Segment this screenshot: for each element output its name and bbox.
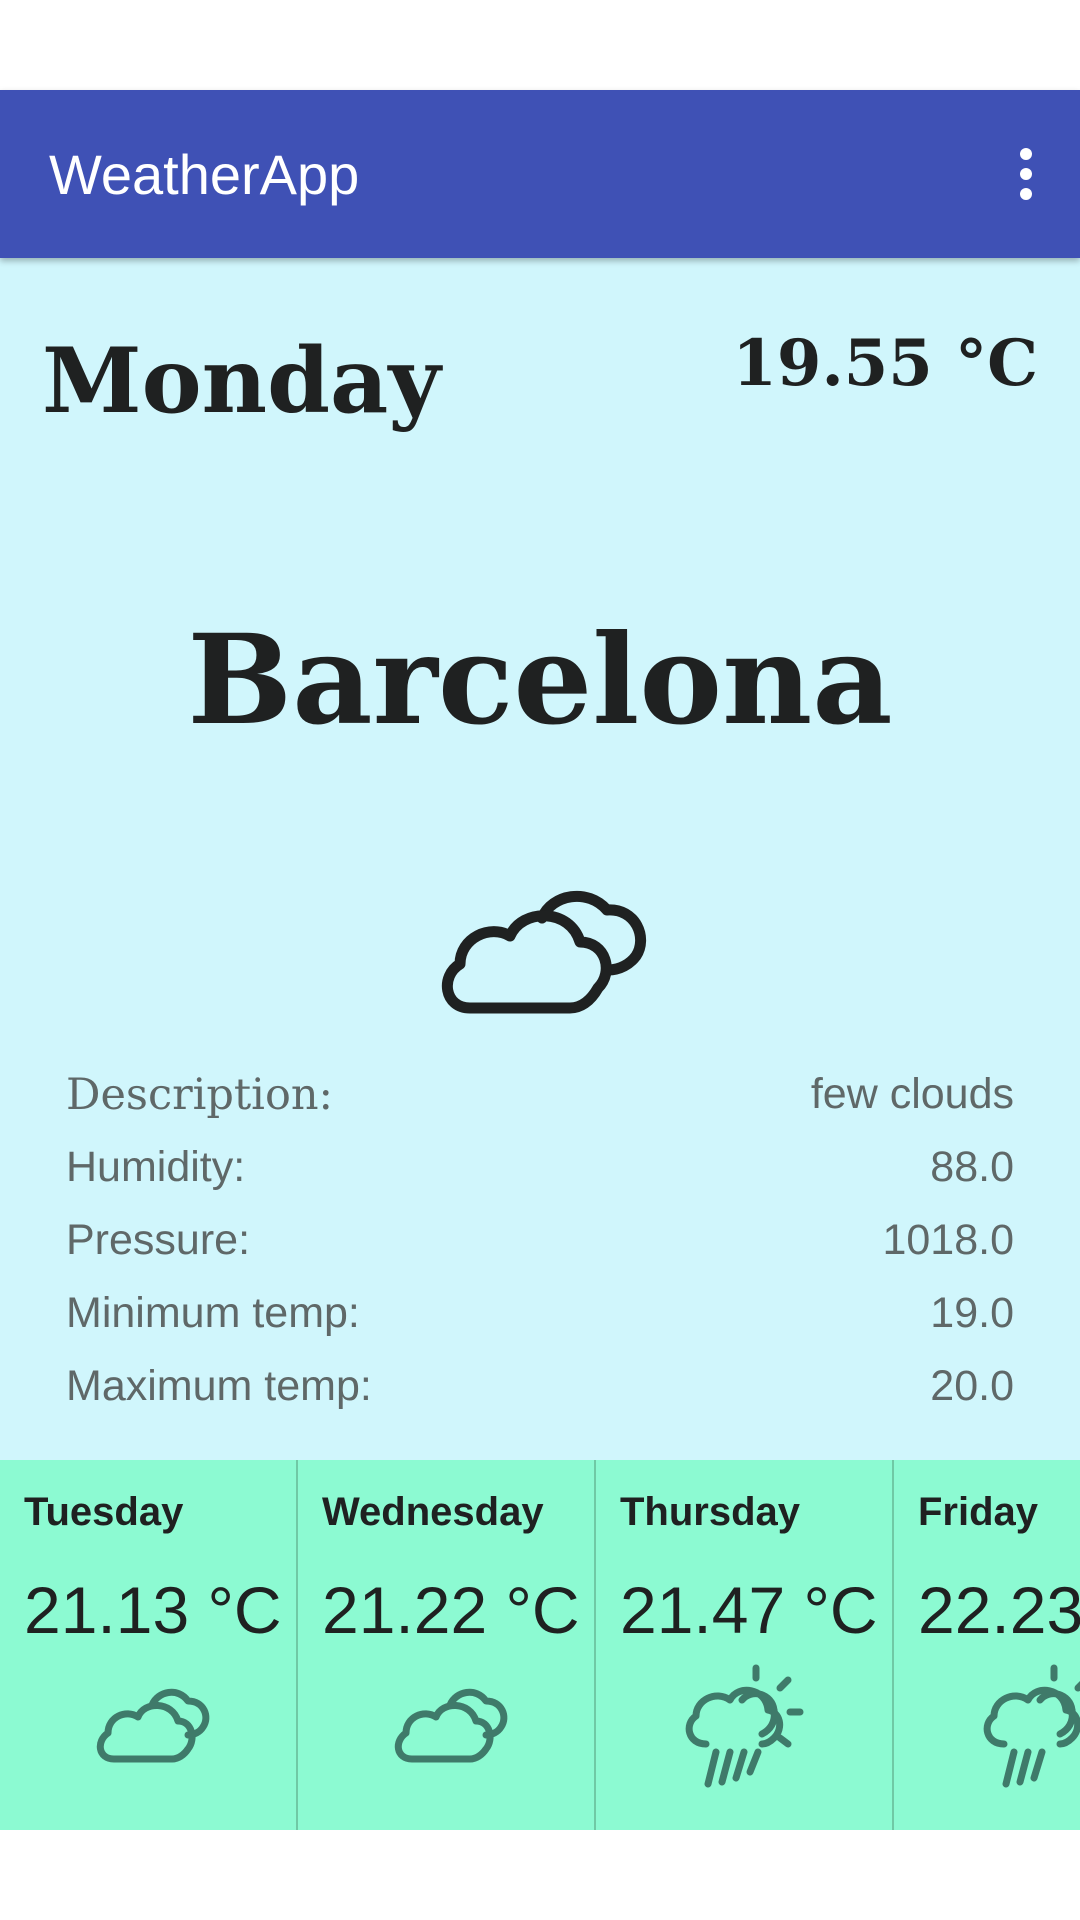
forecast-temp: 22.23	[918, 1573, 1080, 1647]
detail-label: Humidity:	[66, 1143, 246, 1191]
sun-rain-icon	[983, 1664, 1080, 1788]
detail-value: 19.0	[930, 1289, 1014, 1337]
detail-row-max-temp: Maximum temp: 20.0	[66, 1350, 1014, 1423]
forecast-day: Friday	[918, 1490, 1039, 1534]
detail-label: Minimum temp:	[66, 1289, 360, 1337]
detail-value: 88.0	[930, 1143, 1014, 1191]
forecast-day: Wednesday	[322, 1490, 544, 1534]
forecast-temp: 21.22 °C	[322, 1573, 580, 1647]
detail-row-min-temp: Minimum temp: 19.0	[66, 1277, 1014, 1350]
detail-value: 1018.0	[882, 1216, 1014, 1264]
cloud-icon	[96, 1688, 210, 1763]
detail-row-humidity: Humidity: 88.0	[66, 1131, 1014, 1204]
current-temperature: 19.55 °C	[732, 326, 1038, 401]
weather-details: Description: few clouds Humidity: 88.0 P…	[66, 1058, 1014, 1423]
detail-label: Pressure:	[66, 1216, 251, 1264]
forecast-temp: 21.47 °C	[620, 1573, 878, 1647]
status-bar	[0, 0, 1080, 90]
more-vert-icon	[1020, 148, 1032, 200]
detail-row-description: Description: few clouds	[66, 1058, 1014, 1131]
forecast-card-thursday[interactable]: Thursday 21.47 °C	[596, 1460, 894, 1830]
forecast-day: Thursday	[620, 1490, 801, 1534]
cloud-icon	[394, 1688, 508, 1763]
city-name: Barcelona	[187, 608, 893, 753]
forecast-list[interactable]: Tuesday 21.13 °C Wednesday 21.22 °C Thur…	[0, 1460, 1080, 1830]
detail-row-pressure: Pressure: 1018.0	[66, 1204, 1014, 1277]
current-weather-panel: Monday 19.55 °C Barcelona Description: f…	[0, 258, 1080, 1460]
detail-value: few clouds	[810, 1070, 1014, 1118]
current-day: Monday	[42, 328, 441, 434]
sun-rain-icon	[685, 1664, 804, 1788]
forecast-day: Tuesday	[24, 1490, 184, 1534]
app-title: WeatherApp	[49, 143, 360, 206]
forecast-card-friday[interactable]: Friday 22.23	[894, 1460, 1080, 1830]
detail-label: Maximum temp:	[66, 1362, 372, 1410]
cloud-icon	[441, 890, 647, 1014]
forecast-card-wednesday[interactable]: Wednesday 21.22 °C	[298, 1460, 596, 1830]
detail-label: Description:	[66, 1069, 334, 1120]
detail-value: 20.0	[930, 1362, 1014, 1410]
forecast-card-tuesday[interactable]: Tuesday 21.13 °C	[0, 1460, 298, 1830]
app-bar: WeatherApp	[0, 90, 1080, 258]
forecast-temp: 21.13 °C	[24, 1573, 282, 1647]
overflow-menu-button[interactable]	[982, 130, 1070, 218]
